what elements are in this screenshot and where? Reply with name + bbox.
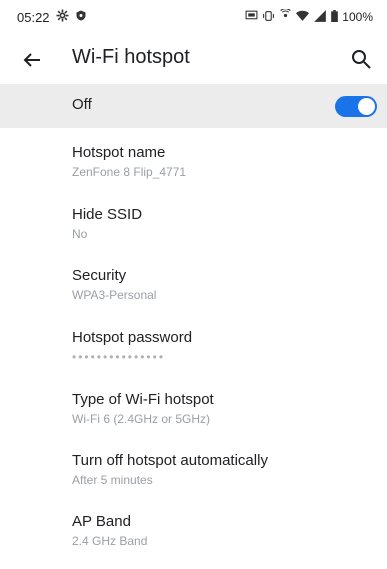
setting-value: 2.4 GHz Band — [72, 534, 148, 548]
master-toggle-label: Off — [72, 96, 92, 113]
setting-title: AP Band — [72, 513, 131, 530]
hotspot-toggle-switch[interactable] — [335, 96, 377, 117]
setting-auto-turn-off[interactable]: Turn off hotspot automatically After 5 m… — [0, 452, 387, 508]
setting-title: Hide SSID — [72, 206, 143, 223]
app-bar: Wi-Fi hotspot — [0, 34, 387, 84]
setting-title: Hotspot name — [72, 144, 166, 161]
search-icon[interactable] — [349, 47, 373, 71]
hotspot-master-toggle-row[interactable]: Off — [0, 84, 387, 128]
setting-title: Turn off hotspot automatically — [72, 452, 268, 469]
vibrate-icon — [262, 10, 275, 25]
wifi-icon — [296, 10, 310, 25]
cast-icon — [245, 10, 258, 24]
status-right: 100% — [245, 8, 373, 25]
settings-gear-icon — [56, 9, 69, 25]
hotspot-icon — [279, 8, 292, 25]
signal-icon — [313, 9, 327, 25]
status-bar: 05:22 100% — [0, 0, 387, 34]
status-icons: 100% — [245, 8, 373, 25]
setting-value: No — [72, 227, 88, 241]
toggle-knob — [358, 98, 375, 115]
setting-value: Wi-Fi 6 (2.4GHz or 5GHz) — [72, 412, 211, 426]
shield-icon — [75, 9, 87, 25]
setting-hide-ssid[interactable]: Hide SSID No — [0, 206, 387, 262]
setting-hotspot-name[interactable]: Hotspot name ZenFone 8 Flip_4771 — [0, 144, 387, 200]
status-time: 05:22 — [17, 9, 50, 25]
setting-ap-band[interactable]: AP Band 2.4 GHz Band — [0, 513, 387, 569]
setting-title: Security — [72, 267, 127, 284]
setting-title: Type of Wi-Fi hotspot — [72, 391, 214, 408]
back-arrow-icon[interactable] — [20, 48, 44, 72]
page-title: Wi-Fi hotspot — [72, 46, 190, 68]
setting-hotspot-type[interactable]: Type of Wi-Fi hotspot Wi-Fi 6 (2.4GHz or… — [0, 391, 387, 447]
battery-percent: 100% — [342, 10, 373, 24]
setting-hotspot-password[interactable]: Hotspot password ••••••••••••••• — [0, 329, 387, 385]
setting-value: After 5 minutes — [72, 473, 153, 487]
setting-value: ••••••••••••••• — [72, 350, 166, 364]
setting-value: ZenFone 8 Flip_4771 — [72, 165, 187, 179]
status-left: 05:22 — [17, 9, 87, 25]
setting-title: Hotspot password — [72, 329, 193, 346]
battery-icon — [331, 9, 339, 25]
setting-security[interactable]: Security WPA3-Personal — [0, 267, 387, 323]
setting-value: WPA3-Personal — [72, 288, 157, 302]
